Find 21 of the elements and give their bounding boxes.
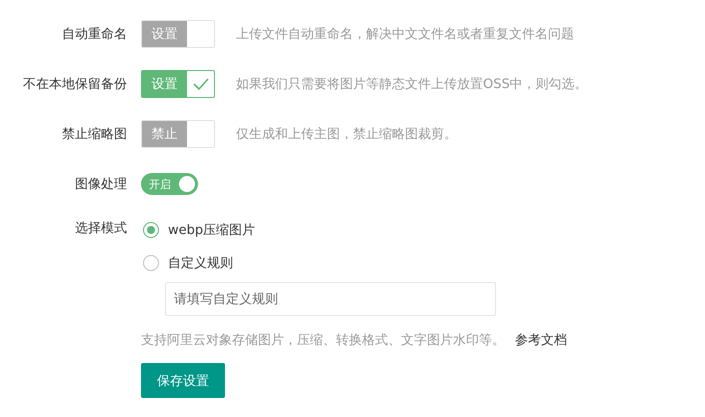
checkmark-icon [192, 78, 208, 90]
checkbox[interactable]: 禁止 [141, 120, 215, 148]
checkbox[interactable]: 设置 [141, 20, 215, 48]
help-text: 支持阿里云对象存储图片，压缩、转换格式、文字图片水印等。 [141, 332, 505, 349]
field-description: 仅生成和上传主图，禁止缩略图裁剪。 [236, 126, 457, 143]
radio-button[interactable] [143, 255, 159, 271]
field-label: 禁止缩略图 [61, 126, 127, 143]
field-label: 不在本地保留备份 [22, 76, 127, 93]
radio-button[interactable] [143, 222, 159, 238]
field-label: 图像处理 [74, 176, 127, 193]
field-label: 自动重命名 [61, 26, 127, 43]
field-description: 如果我们只需要将图片等静态文件上传放置OSS中，则勾选。 [236, 76, 588, 93]
save-button[interactable]: 保存设置 [141, 363, 225, 398]
radio-option[interactable]: 自定义规则 [141, 253, 233, 273]
docs-link[interactable]: 参考文档 [515, 331, 567, 349]
radio-option[interactable]: webp压缩图片 [141, 220, 256, 240]
field-label: 选择模式 [74, 220, 127, 238]
toggle-switch[interactable]: 开启 [141, 173, 198, 195]
field-description: 上传文件自动重命名，解决中文文件名或者重复文件名问题 [236, 26, 574, 43]
input-field[interactable]: 请填写自定义规则 [165, 282, 496, 316]
checkbox[interactable]: 设置 [141, 70, 215, 98]
